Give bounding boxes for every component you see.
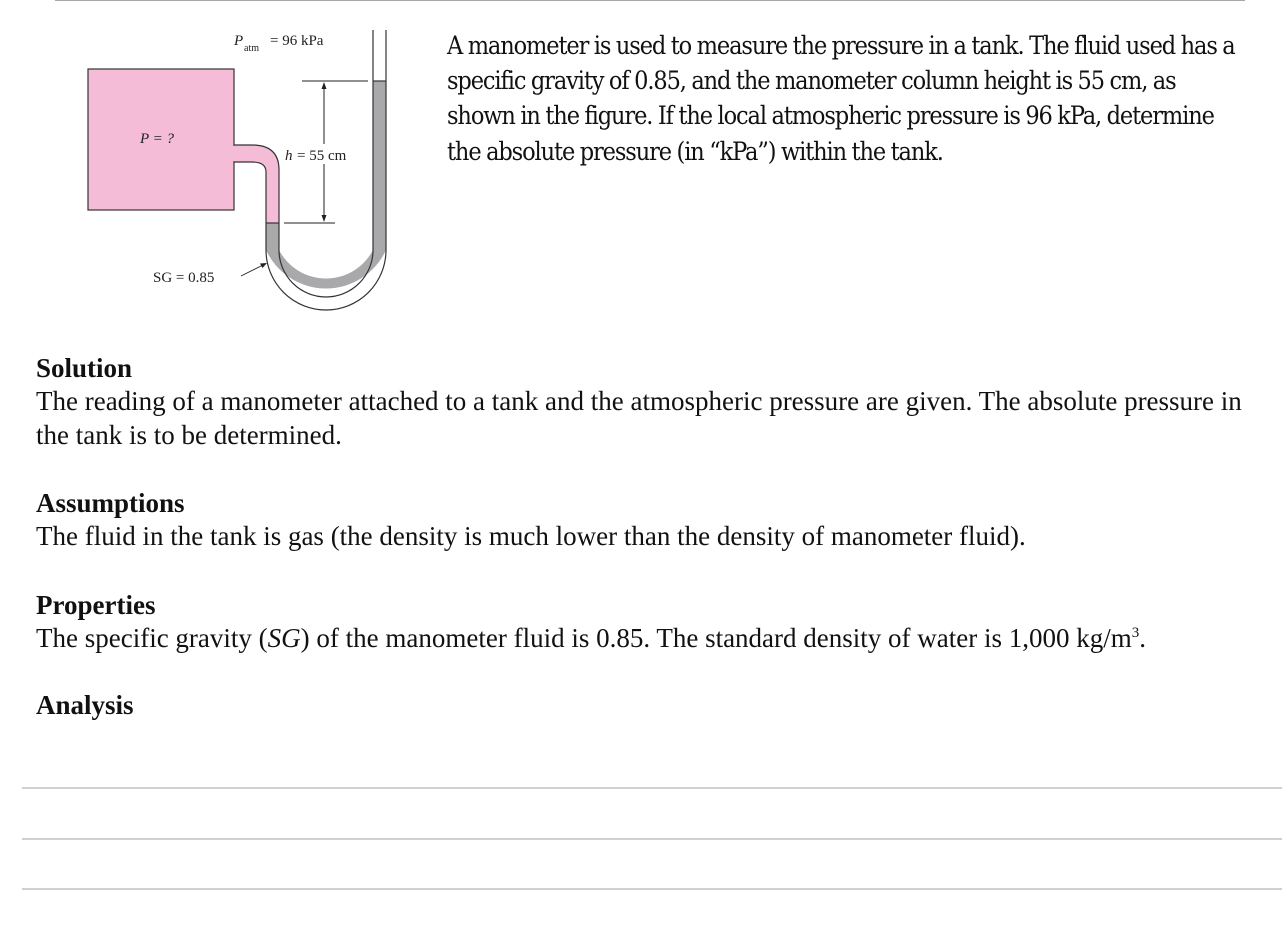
answer-line: [22, 888, 1282, 890]
sg-italic: SG: [267, 623, 301, 653]
properties-text-part: The specific gravity (: [36, 623, 268, 653]
height-value: = 55 cm: [297, 148, 347, 164]
tank-pressure-label: P = ?: [139, 131, 175, 147]
assumptions-section: Assumptions The fluid in the tank is gas…: [36, 487, 1266, 553]
assumptions-heading: Assumptions: [36, 488, 185, 518]
properties-heading: Properties: [36, 590, 156, 620]
manometer-fluid: [266, 81, 386, 289]
answer-line: [22, 787, 1282, 789]
answer-line: [22, 838, 1282, 840]
analysis-heading: Analysis: [36, 690, 134, 720]
problem-statement: A manometer is used to measure the press…: [447, 31, 1236, 166]
sg-label: SG = 0.85: [153, 270, 214, 286]
solution-heading: Solution: [36, 353, 133, 383]
patm-label: P: [233, 33, 243, 49]
top-divider: [55, 0, 1245, 1]
properties-text-end: .: [1139, 623, 1146, 653]
assumptions-text: The fluid in the tank is gas (the densit…: [36, 521, 1026, 551]
properties-text: The specific gravity (SG) of the manomet…: [36, 621, 1266, 655]
properties-text-part: ) of the manometer fluid is 0.85. The st…: [300, 623, 1132, 653]
solution-text: The reading of a manometer attached to a…: [36, 386, 1242, 450]
height-symbol: h: [285, 148, 293, 164]
connecting-pipe-outline-bottom: [234, 161, 267, 223]
svg-text:atm: atm: [244, 43, 259, 54]
analysis-section: Analysis: [36, 689, 1266, 721]
properties-section: Properties The specific gravity (SG) of …: [36, 589, 1266, 655]
connecting-pipe: [234, 145, 279, 223]
patm-subscript: atm: [244, 43, 259, 54]
solution-section: Solution The reading of a manometer atta…: [36, 352, 1266, 452]
patm-value: = 96 kPa: [270, 33, 324, 49]
manometer-figure: P atm = 96 kPa P = ? h = 55 cm SG = 0.85: [80, 20, 400, 320]
